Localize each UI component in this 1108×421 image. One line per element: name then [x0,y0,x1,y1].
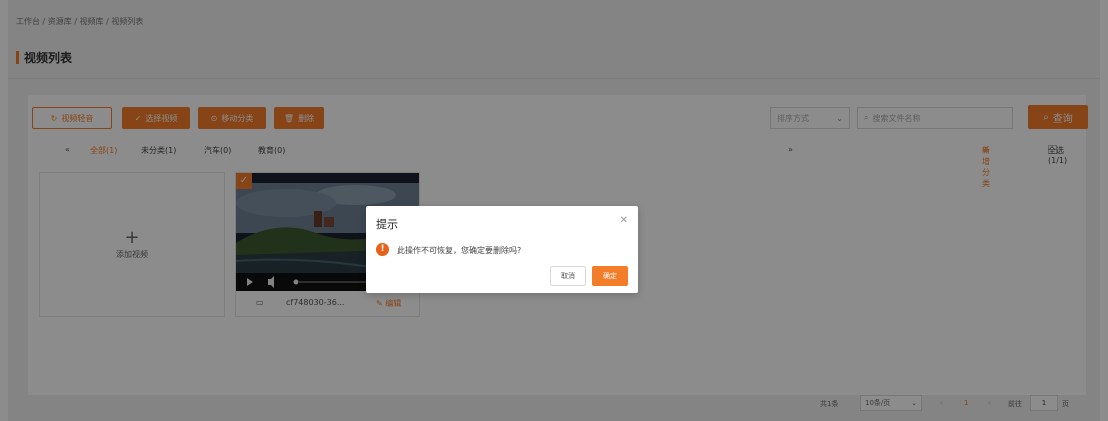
dialog-title: 提示 [376,218,398,231]
close-icon[interactable]: ✕ [620,215,628,226]
confirm-label: 确定 [603,272,617,280]
dialog-message: 此操作不可恢复，您确定要删除吗? [397,246,522,255]
cancel-label: 取消 [561,272,575,280]
confirm-dialog: 提示 ✕ ! 此操作不可恢复，您确定要删除吗? 取消 确定 [366,206,638,293]
warning-icon: ! [376,243,389,256]
confirm-button[interactable]: 确定 [592,266,628,286]
cancel-button[interactable]: 取消 [550,266,586,286]
